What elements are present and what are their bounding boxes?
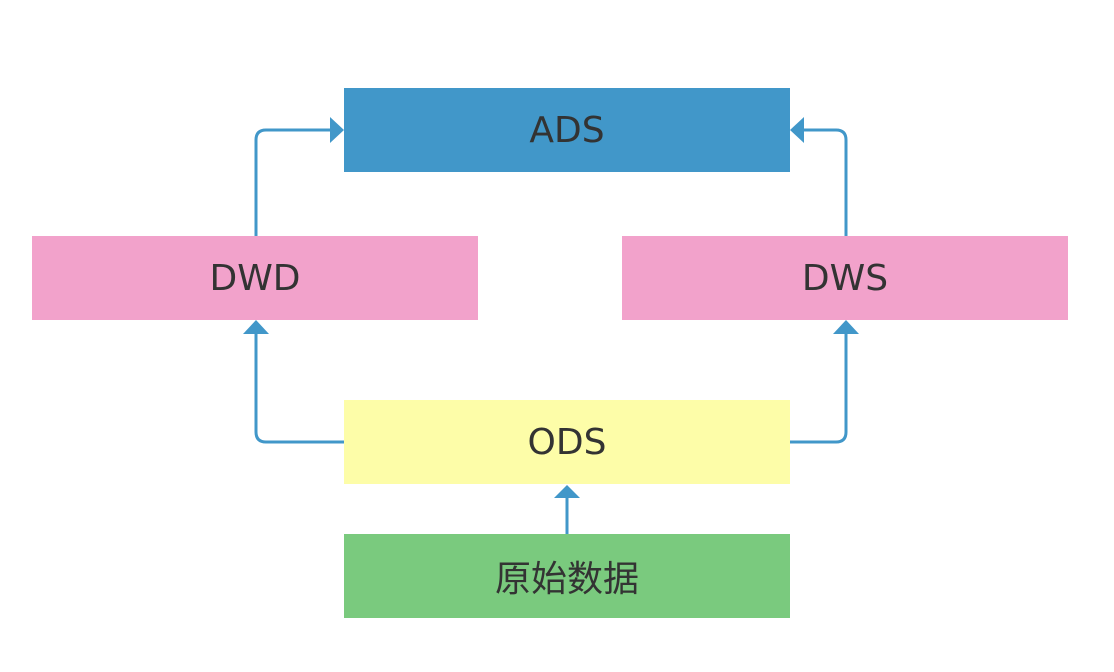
node-raw-data: 原始数据 — [344, 534, 790, 618]
edge-ods-to-dws — [788, 330, 848, 444]
node-dws: DWS — [622, 236, 1068, 320]
arrowhead-dws-up — [833, 320, 859, 334]
node-raw-data-label: 原始数据 — [494, 559, 639, 600]
edge-ods-to-dwd — [254, 330, 346, 444]
node-dwd-label: DWD — [209, 257, 301, 299]
node-ods-label: ODS — [527, 421, 607, 463]
node-ods: ODS — [344, 400, 790, 484]
node-ads: ADS — [344, 88, 790, 172]
node-ads-label: ADS — [529, 109, 605, 151]
edge-dwd-to-ads — [254, 128, 334, 238]
arrowhead-ods-up — [554, 485, 580, 498]
arrowhead-dwd-up — [243, 320, 269, 334]
edge-dws-to-ads — [800, 128, 848, 238]
arrowhead-ads-left — [330, 117, 344, 143]
arrowhead-ads-right — [790, 117, 804, 143]
node-dws-label: DWS — [801, 257, 889, 299]
node-dwd: DWD — [32, 236, 478, 320]
